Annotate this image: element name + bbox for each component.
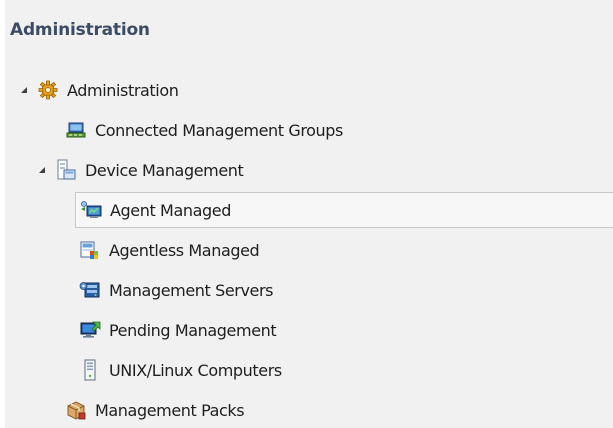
network-group-icon: [65, 119, 87, 141]
server-icon: [79, 279, 101, 301]
gear-icon: [37, 79, 59, 101]
tree-item-label: Connected Management Groups: [95, 120, 343, 140]
device-list-icon: [55, 159, 77, 181]
tree-item-device-management[interactable]: Device Management: [35, 152, 244, 188]
tree-item-administration[interactable]: Administration: [17, 72, 179, 108]
tree-item-management-servers[interactable]: Management Servers: [79, 272, 273, 308]
tree-item-label: UNIX/Linux Computers: [109, 360, 282, 380]
tree-item-label: Device Management: [85, 160, 244, 180]
tree-item-label: Management Servers: [109, 280, 274, 300]
expanded-triangle-icon[interactable]: [35, 163, 49, 177]
tree-item-pending-management[interactable]: Pending Management: [79, 312, 277, 348]
tree-item-label: Pending Management: [109, 320, 277, 340]
tree-item-unix-linux-computers[interactable]: UNIX/Linux Computers: [79, 352, 282, 388]
tree-item-connected-management-groups[interactable]: Connected Management Groups: [65, 112, 343, 148]
agent-computer-icon: [80, 199, 102, 221]
tower-computer-icon: [79, 359, 101, 381]
tree-item-management-packs[interactable]: Management Packs: [65, 392, 245, 428]
tree-item-label: Management Packs: [95, 400, 245, 420]
tree-item-label: Agentless Managed: [109, 240, 260, 260]
tree-item-agentless-managed[interactable]: Agentless Managed: [79, 232, 260, 268]
agentless-computer-icon: [79, 239, 101, 261]
tree-item-label: Administration: [67, 80, 179, 100]
pane-header: Administration: [10, 20, 150, 40]
tree-item-agent-managed[interactable]: Agent Managed: [75, 192, 613, 228]
administration-pane: Administration Administration Connected …: [0, 0, 613, 428]
expanded-triangle-icon[interactable]: [17, 83, 31, 97]
package-icon: [65, 399, 87, 421]
pending-monitor-icon: [79, 319, 101, 341]
tree-item-label: Agent Managed: [110, 200, 231, 220]
